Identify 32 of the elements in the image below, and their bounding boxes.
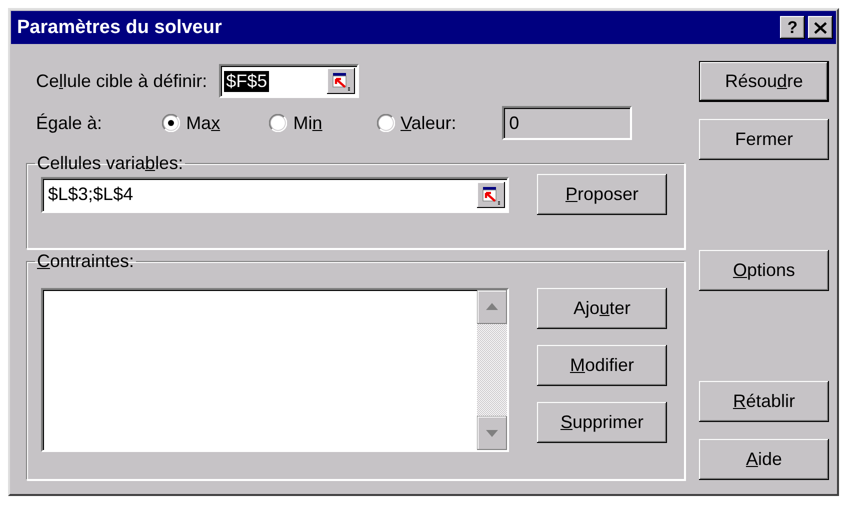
dialog-button[interactable]: Fermer bbox=[699, 119, 829, 160]
scrollbar[interactable] bbox=[477, 290, 507, 450]
help-button[interactable]: ? bbox=[780, 16, 805, 39]
scroll-arrow-icon[interactable] bbox=[477, 290, 507, 324]
close-icon[interactable] bbox=[814, 22, 827, 34]
radio-button[interactable] bbox=[376, 114, 395, 132]
constraints-list[interactable] bbox=[41, 288, 509, 452]
radio-option[interactable]: Max bbox=[162, 112, 240, 134]
group-label: Cellules variables: bbox=[37, 153, 184, 173]
dialog-button[interactable]: Résoudre bbox=[699, 61, 829, 102]
target-cell-field[interactable]: $F$5 bbox=[219, 64, 360, 98]
scroll-arrow-icon[interactable] bbox=[477, 416, 507, 450]
cell-reference-icon[interactable] bbox=[327, 68, 356, 94]
radio-option[interactable]: Min bbox=[269, 112, 347, 134]
equal-to-label: Égale à: bbox=[36, 112, 102, 134]
group-label: Contraintes: bbox=[37, 251, 134, 271]
propose-button[interactable]: Proposer bbox=[537, 174, 667, 215]
window-title: Paramètres du solveur bbox=[17, 16, 222, 38]
close-button[interactable] bbox=[808, 16, 833, 39]
target-cell-label: Cellule cible à définir: bbox=[36, 70, 208, 92]
dialog-button[interactable]: Aide bbox=[699, 439, 829, 480]
value-field[interactable]: 0 bbox=[502, 106, 632, 140]
radio-button[interactable] bbox=[162, 114, 180, 132]
constraint-button[interactable]: Modifier bbox=[537, 345, 667, 386]
constraint-button[interactable]: Ajouter bbox=[537, 288, 667, 329]
dialog-button[interactable]: Options bbox=[699, 250, 829, 291]
dialog-button[interactable]: Rétablir bbox=[699, 381, 829, 422]
radio-option[interactable]: Valeur: bbox=[376, 112, 502, 134]
radio-button[interactable] bbox=[269, 114, 288, 132]
constraint-button[interactable]: Supprimer bbox=[537, 402, 667, 443]
variable-cells-field[interactable]: $L$3;$L$4 bbox=[41, 176, 509, 212]
cell-reference-icon[interactable] bbox=[477, 182, 505, 208]
